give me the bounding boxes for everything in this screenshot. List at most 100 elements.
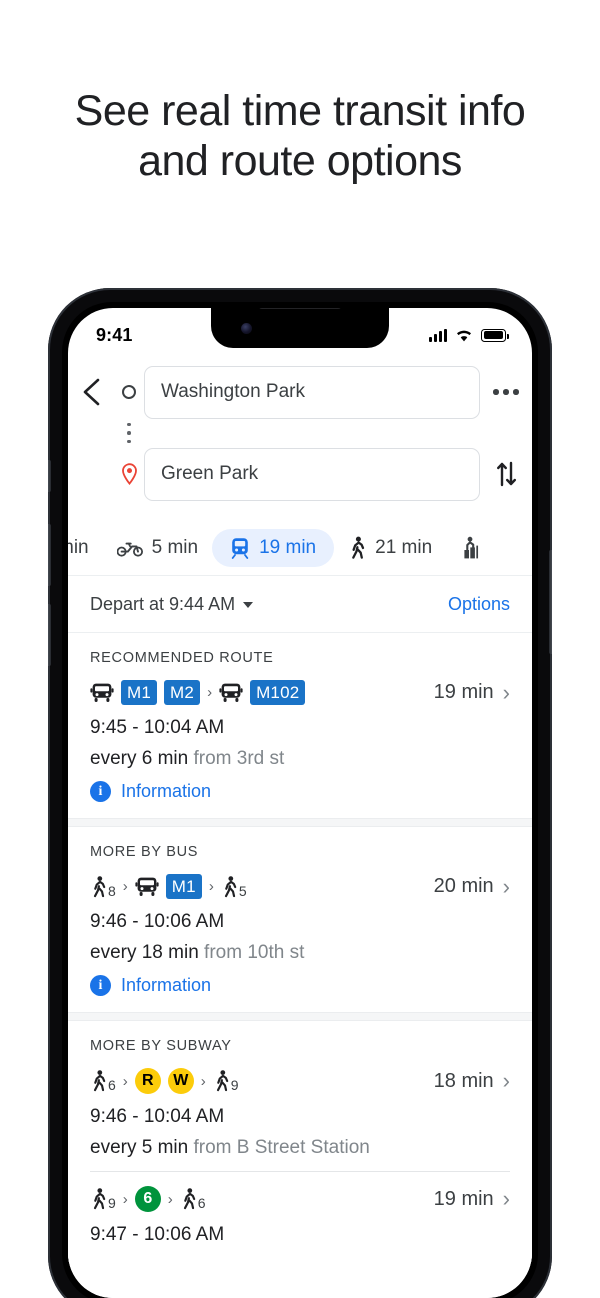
route-duration-label: 19 min xyxy=(433,681,494,703)
route-duration-label: 20 min xyxy=(433,875,494,897)
tab-walking-label: 21 min xyxy=(375,537,433,558)
walk-minutes: 5 xyxy=(238,882,247,899)
walk-leg: 5 xyxy=(221,875,247,899)
walk-leg: 6 xyxy=(90,1069,116,1093)
route-times: 9:46 - 10:04 AM xyxy=(90,1106,225,1127)
wifi-icon xyxy=(454,328,474,342)
route-option[interactable]: 8 › M1 › 5 20 min › 9:46 - 10:06 AM every 18 min… xyxy=(90,874,510,996)
route-information-link[interactable]: i Information xyxy=(90,781,510,802)
tab-transit[interactable]: 19 min xyxy=(212,529,335,567)
transit-line-badge: M102 xyxy=(250,680,306,705)
more-options-icon[interactable] xyxy=(480,389,532,395)
power-button[interactable] xyxy=(549,550,552,654)
depart-bar: Depart at 9:44 AM Options xyxy=(68,577,532,633)
back-chevron-icon[interactable] xyxy=(68,377,114,407)
route-legs: M1 M2 › M102 xyxy=(90,680,306,705)
route-frequency: every 5 min from B Street Station xyxy=(90,1137,510,1159)
chevron-right-icon[interactable]: › xyxy=(503,875,510,898)
route-legs: 8 › M1 › 5 xyxy=(90,874,247,899)
transit-line-badge: R xyxy=(134,1068,161,1094)
tab-motorcycle-label: 5 min xyxy=(151,537,199,558)
route-option[interactable]: 6 › R W › 9 18 min › 9:46 - 10:04 AM every 5 min … xyxy=(90,1068,510,1159)
walk-icon xyxy=(348,536,366,560)
section-title: RECOMMENDED ROUTE xyxy=(90,650,274,666)
motorcycle-icon xyxy=(116,539,143,557)
tab-transit-label: 19 min xyxy=(259,537,317,558)
walk-minutes: 8 xyxy=(108,882,116,899)
transit-line-badge: M2 xyxy=(164,680,201,705)
leg-separator-arrow-icon: › xyxy=(122,1190,128,1208)
route-duration-label: 19 min xyxy=(433,1187,494,1210)
route-summary: 8 › M1 › 5 20 min › xyxy=(90,874,510,899)
tab-walking[interactable]: 21 min xyxy=(334,529,446,567)
route-results-list[interactable]: RECOMMENDED ROUTE M1 M2 › M102 19 min › 9:45 - … xyxy=(68,633,532,1298)
volume-up-button[interactable] xyxy=(48,524,51,586)
status-indicators xyxy=(429,328,509,342)
walk-leg: 8 xyxy=(90,875,116,899)
leg-separator-arrow-icon: › xyxy=(208,878,214,895)
depart-time-selector[interactable]: Depart at 9:44 AM xyxy=(90,594,254,615)
section-title: MORE BY SUBWAY xyxy=(90,1038,232,1054)
walk-icon xyxy=(90,875,107,899)
route-duration-label: 18 min xyxy=(433,1069,494,1092)
walk-minutes: 9 xyxy=(108,1195,116,1211)
walk-leg: 9 xyxy=(213,1069,239,1093)
destination-input[interactable]: Green Park xyxy=(144,447,480,501)
phone-mockup: 9:41 Washington Park Green Park in 5 min… xyxy=(48,288,552,1298)
route-option[interactable]: M1 M2 › M102 19 min › 9:45 - 10:04 AM every 6 m… xyxy=(90,680,510,802)
walk-icon xyxy=(90,1069,107,1093)
walk-leg: 6 xyxy=(180,1187,206,1211)
route-frequency: every 6 min from 3rd st xyxy=(90,748,510,770)
route-section: MORE BY SUBWAY 6 › R W › 9 18 min › 9:46 - 10:04 … xyxy=(68,1021,532,1262)
route-information-link[interactable]: i Information xyxy=(90,975,510,996)
promo-page: See real time transit info and route opt… xyxy=(0,0,600,1298)
travel-mode-tabs[interactable]: min 5 min xyxy=(68,521,532,576)
battery-full-icon xyxy=(481,328,509,342)
status-time: 9:41 xyxy=(96,324,133,345)
origin-input[interactable]: Washington Park xyxy=(144,365,480,419)
chevron-right-icon[interactable]: › xyxy=(503,1070,510,1092)
mute-switch-button[interactable] xyxy=(48,460,51,492)
leg-separator-arrow-icon: › xyxy=(167,1190,173,1208)
notch xyxy=(211,308,389,348)
chevron-down-icon xyxy=(243,601,254,608)
route-times: 9:45 - 10:04 AM xyxy=(90,717,225,738)
transit-line-badge: 6 xyxy=(134,1186,161,1212)
transit-line-badge: M1 xyxy=(121,680,158,705)
transit-line-badge: W xyxy=(167,1068,194,1094)
chevron-right-icon[interactable]: › xyxy=(503,1188,510,1210)
bus-icon xyxy=(90,682,114,704)
tab-motorcycle[interactable]: 5 min xyxy=(103,530,212,566)
route-connector xyxy=(68,420,532,446)
info-icon: i xyxy=(90,975,111,996)
tab-rideshare[interactable] xyxy=(446,529,493,567)
options-button[interactable]: Options xyxy=(448,594,510,615)
tab-driving[interactable]: min xyxy=(68,530,103,566)
route-information-label: Information xyxy=(121,975,212,995)
route-summary: 6 › R W › 9 18 min › xyxy=(90,1068,510,1094)
origin-row: Washington Park xyxy=(68,364,532,420)
depart-time-label: Depart at 9:44 AM xyxy=(90,594,236,614)
route-frequency-origin: from 3rd st xyxy=(188,748,285,769)
route-legs: 9 › 6 › 6 xyxy=(90,1186,206,1212)
section-divider xyxy=(68,1012,532,1021)
route-frequency-interval: every 18 min xyxy=(90,942,199,963)
route-information-label: Information xyxy=(121,781,212,801)
info-icon: i xyxy=(90,781,111,802)
route-frequency-interval: every 5 min xyxy=(90,1137,189,1158)
headline-line-1: See real time transit info xyxy=(74,87,526,135)
route-option[interactable]: 9 › 6 › 6 19 min › 9:47 - 10:06 AM xyxy=(90,1171,510,1246)
destination-pin-icon xyxy=(114,463,144,485)
transit-line-badge: M1 xyxy=(165,874,202,899)
swap-route-icon[interactable] xyxy=(480,460,532,488)
walk-icon xyxy=(90,1187,107,1211)
volume-down-button[interactable] xyxy=(48,604,51,666)
walk-icon xyxy=(213,1069,230,1093)
route-times: 9:46 - 10:06 AM xyxy=(90,911,225,932)
route-section: RECOMMENDED ROUTE M1 M2 › M102 19 min › 9:45 - … xyxy=(68,633,532,818)
walk-minutes: 6 xyxy=(108,1077,116,1093)
route-duration: 20 min › xyxy=(434,875,510,898)
leg-separator-arrow-icon: › xyxy=(200,1072,206,1090)
chevron-right-icon[interactable]: › xyxy=(503,681,510,704)
route-frequency-interval: every 6 min xyxy=(90,748,189,769)
